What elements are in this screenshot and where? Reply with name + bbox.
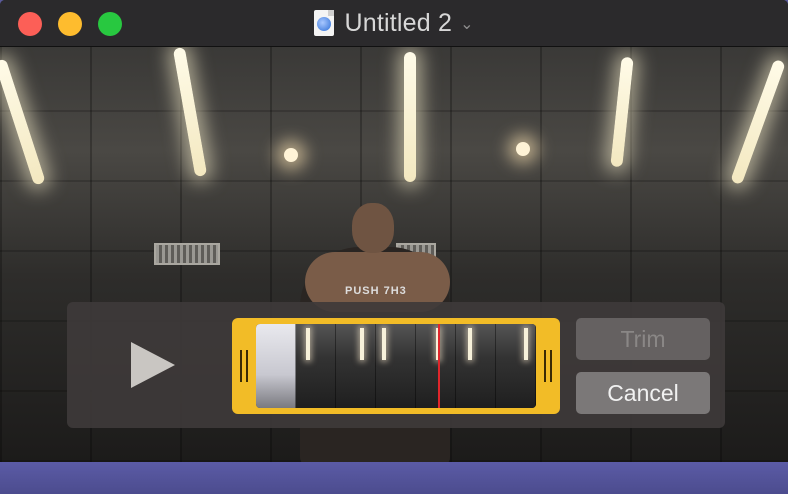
filmstrip-frame xyxy=(416,324,456,408)
trim-start-handle[interactable] xyxy=(240,350,248,382)
trim-end-handle[interactable] xyxy=(544,350,552,382)
filmstrip-frame xyxy=(496,324,536,408)
window-title: Untitled 2 xyxy=(344,8,453,37)
quicktime-window: Untitled 2 ⌄ PUSH 7H3 Trim Cancel xyxy=(0,0,788,462)
air-vent xyxy=(154,243,220,265)
shirt-text: PUSH 7H3 xyxy=(345,285,407,297)
trim-range-frame[interactable] xyxy=(232,318,560,414)
hanging-bulb xyxy=(284,148,298,162)
playhead[interactable] xyxy=(438,324,440,408)
desktop-background xyxy=(0,462,788,494)
hanging-bulb xyxy=(516,142,530,156)
filmstrip-frame xyxy=(336,324,376,408)
person-head xyxy=(352,203,394,253)
filmstrip[interactable] xyxy=(256,324,536,408)
cancel-button[interactable]: Cancel xyxy=(576,372,710,414)
play-icon[interactable] xyxy=(131,342,175,388)
trim-button[interactable]: Trim xyxy=(576,318,710,360)
ceiling-light xyxy=(404,52,416,182)
filmstrip-frame xyxy=(456,324,496,408)
filmstrip-frame xyxy=(256,324,296,408)
filmstrip-frame xyxy=(296,324,336,408)
trim-panel: Trim Cancel xyxy=(67,302,725,428)
window-title-group[interactable]: Untitled 2 ⌄ xyxy=(0,0,788,46)
filmstrip-frame xyxy=(376,324,416,408)
chevron-down-icon[interactable]: ⌄ xyxy=(460,14,473,34)
title-bar[interactable]: Untitled 2 ⌄ xyxy=(0,0,788,47)
quicktime-movie-icon xyxy=(314,10,335,36)
